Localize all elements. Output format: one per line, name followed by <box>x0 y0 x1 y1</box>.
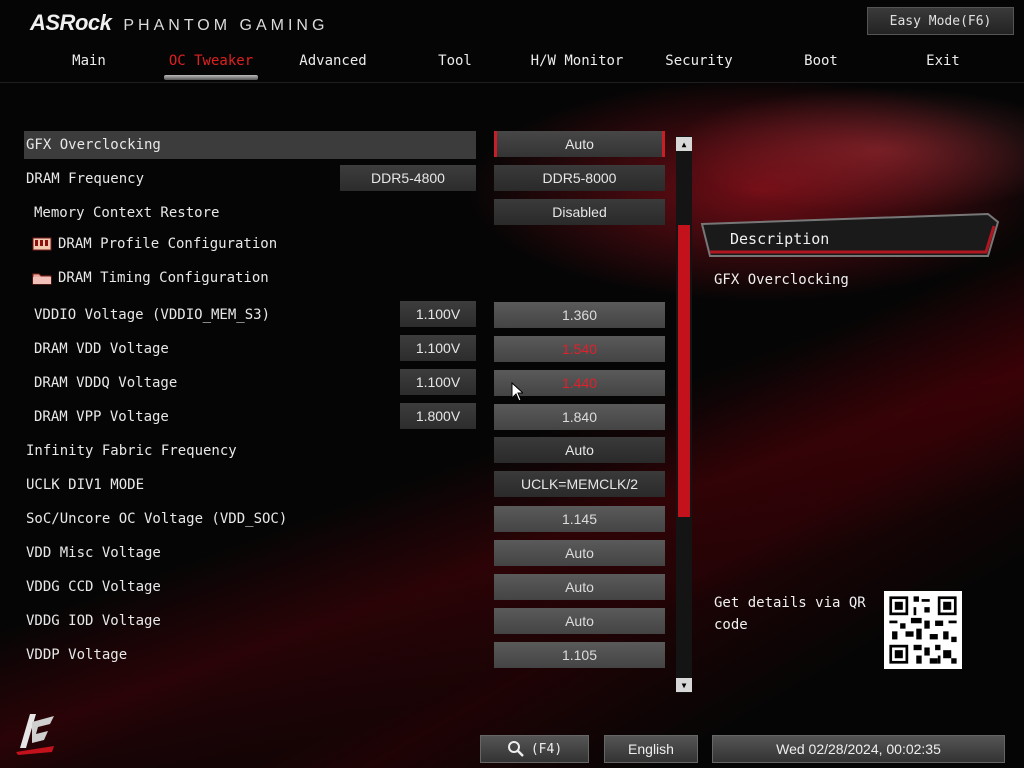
submenu-dram-timing-configuration[interactable]: DRAM Timing Configuration <box>24 264 476 292</box>
description-text: GFX Overclocking <box>714 272 849 288</box>
search-button[interactable]: (F4) <box>480 735 589 763</box>
scroll-up-arrow-icon[interactable]: ▲ <box>676 137 692 151</box>
tab-main[interactable]: Main <box>28 48 150 80</box>
setting-label: SoC/Uncore OC Voltage (VDD_SOC) <box>26 511 288 527</box>
current-value-dram-vddq-voltage: 1.100V <box>400 369 476 395</box>
mouse-cursor-icon <box>511 382 523 402</box>
tab-oc-tweaker[interactable]: OC Tweaker <box>150 48 272 80</box>
tab-tool[interactable]: Tool <box>394 48 516 80</box>
setting-value-vdd-misc-voltage[interactable]: Auto <box>494 540 665 566</box>
setting-label: DRAM VDD Voltage <box>34 341 169 357</box>
search-shortcut: (F4) <box>530 741 563 757</box>
folder-icon <box>32 271 52 285</box>
setting-row-vddp-voltage[interactable]: VDDP Voltage <box>24 641 476 669</box>
description-title: Description <box>730 230 830 248</box>
setting-row-soc-uncore-voltage[interactable]: SoC/Uncore OC Voltage (VDD_SOC) <box>24 505 476 533</box>
setting-value-dram-vdd-voltage[interactable]: 1.540 <box>494 336 665 362</box>
setting-label: UCLK DIV1 MODE <box>26 477 145 493</box>
setting-row-uclk-div1-mode[interactable]: UCLK DIV1 MODE <box>24 471 476 499</box>
setting-value-vddio-voltage[interactable]: 1.360 <box>494 302 665 328</box>
setting-value-vddg-iod-voltage[interactable]: Auto <box>494 608 665 634</box>
setting-row-vddg-iod-voltage[interactable]: VDDG IOD Voltage <box>24 607 476 635</box>
setting-row-infinity-fabric-frequency[interactable]: Infinity Fabric Frequency <box>24 437 476 465</box>
setting-label: VDDIO Voltage (VDDIO_MEM_S3) <box>34 307 271 323</box>
setting-value-gfx-overclocking[interactable]: Auto <box>494 131 665 157</box>
setting-row-vddg-ccd-voltage[interactable]: VDDG CCD Voltage <box>24 573 476 601</box>
setting-value-soc-uncore-voltage[interactable]: 1.145 <box>494 506 665 532</box>
setting-label: VDD Misc Voltage <box>26 545 161 561</box>
scroll-down-arrow-icon[interactable]: ▼ <box>676 678 692 692</box>
tab-advanced[interactable]: Advanced <box>272 48 394 80</box>
tab-boot[interactable]: Boot <box>760 48 882 80</box>
current-value-dram-frequency: DDR5-4800 <box>340 165 476 191</box>
brand-subtitle: PHANTOM GAMING <box>123 17 329 34</box>
tab-hw-monitor[interactable]: H/W Monitor <box>516 48 638 80</box>
setting-label: DRAM VDDQ Voltage <box>34 375 178 391</box>
tab-exit[interactable]: Exit <box>882 48 1004 80</box>
setting-label: Infinity Fabric Frequency <box>26 443 237 459</box>
brand-name: ASRock <box>30 10 112 35</box>
current-value-dram-vpp-voltage: 1.800V <box>400 403 476 429</box>
setting-label: VDDG CCD Voltage <box>26 579 161 595</box>
search-icon <box>507 741 524 757</box>
setting-row-gfx-overclocking[interactable]: GFX Overclocking <box>24 131 476 159</box>
setting-value-vddg-ccd-voltage[interactable]: Auto <box>494 574 665 600</box>
easy-mode-button[interactable]: Easy Mode(F6) <box>867 7 1014 35</box>
setting-value-vddp-voltage[interactable]: 1.105 <box>494 642 665 668</box>
brand-logo: ASRock PHANTOM GAMING <box>30 10 328 36</box>
phantom-gaming-logo-icon <box>16 714 54 755</box>
memory-module-icon <box>32 237 52 251</box>
language-button[interactable]: English <box>604 735 698 763</box>
scrollbar-thumb[interactable] <box>678 225 690 517</box>
setting-label: Memory Context Restore <box>34 205 220 221</box>
setting-label: DRAM Frequency <box>26 171 145 187</box>
setting-value-infinity-fabric-frequency[interactable]: Auto <box>494 437 665 463</box>
setting-value-dram-frequency[interactable]: DDR5-8000 <box>494 165 665 191</box>
current-value-vddio-voltage: 1.100V <box>400 301 476 327</box>
datetime-display: Wed 02/28/2024, 00:02:35 <box>712 735 1005 763</box>
setting-label: GFX Overclocking <box>26 137 161 153</box>
setting-value-uclk-div1-mode[interactable]: UCLK=MEMCLK/2 <box>494 471 665 497</box>
setting-row-memory-context-restore[interactable]: Memory Context Restore <box>24 199 476 227</box>
setting-label: VDDP Voltage <box>26 647 128 663</box>
setting-label: DRAM Profile Configuration <box>58 236 278 252</box>
current-value-dram-vdd-voltage: 1.100V <box>400 335 476 361</box>
tab-security[interactable]: Security <box>638 48 760 80</box>
setting-value-memory-context-restore[interactable]: Disabled <box>494 199 665 225</box>
setting-label: DRAM Timing Configuration <box>58 270 269 286</box>
setting-value-dram-vpp-voltage[interactable]: 1.840 <box>494 404 665 430</box>
main-nav: Main OC Tweaker Advanced Tool H/W Monito… <box>28 48 1008 80</box>
submenu-dram-profile-configuration[interactable]: DRAM Profile Configuration <box>24 230 476 258</box>
setting-label: DRAM VPP Voltage <box>34 409 169 425</box>
setting-row-vdd-misc-voltage[interactable]: VDD Misc Voltage <box>24 539 476 567</box>
qr-caption: Get details via QR code <box>714 595 866 633</box>
nav-divider <box>0 82 1024 83</box>
qr-code <box>884 591 962 669</box>
setting-label: VDDG IOD Voltage <box>26 613 161 629</box>
